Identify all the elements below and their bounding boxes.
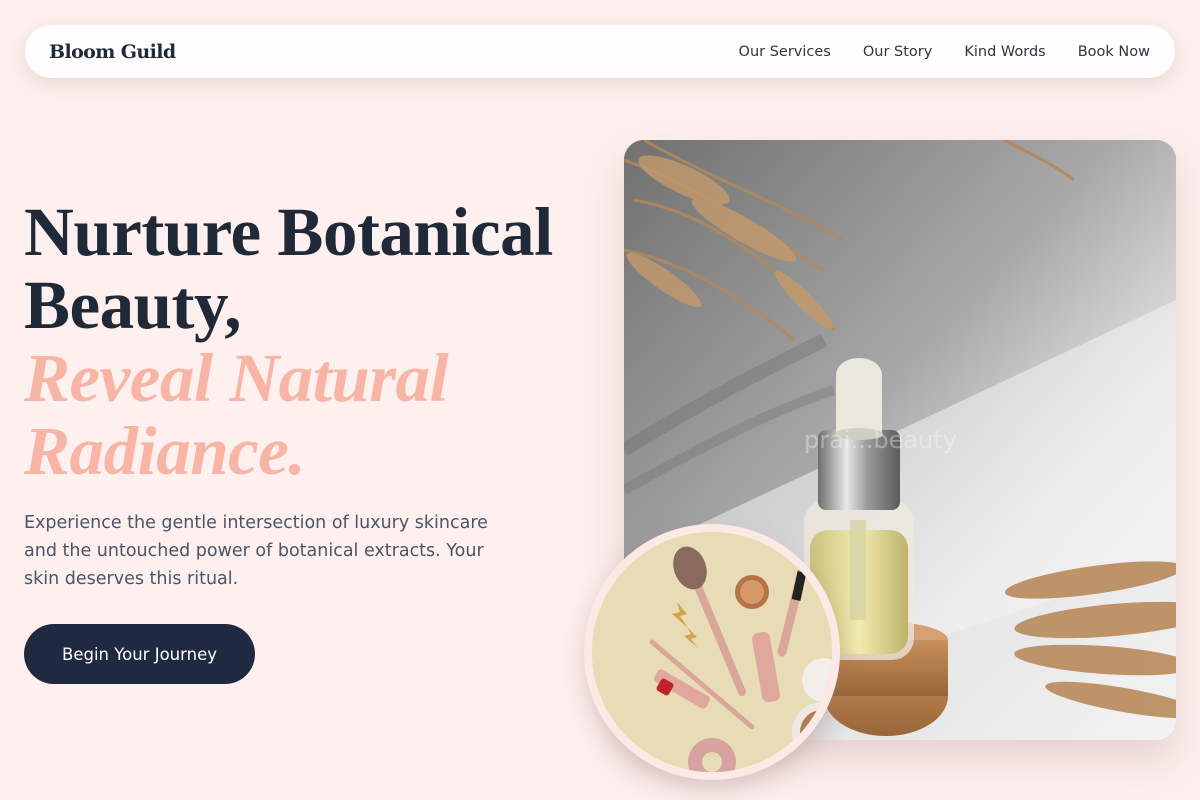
begin-journey-button[interactable]: Begin Your Journey — [24, 624, 255, 684]
headline-line-2: Beauty, — [24, 267, 241, 343]
cosmetics-thumbnail-image — [592, 532, 832, 772]
image-watermark: prai...beauty — [804, 426, 957, 454]
nav-link-kind-words[interactable]: Kind Words — [964, 44, 1045, 60]
nav-links: Our Services Our Story Kind Words Book N… — [739, 44, 1150, 60]
nav-link-book-now[interactable]: Book Now — [1078, 44, 1150, 60]
headline-accent-line-2: Radiance. — [24, 413, 306, 489]
nav-link-our-story[interactable]: Our Story — [863, 44, 932, 60]
headline-line-1: Nurture Botanical — [24, 194, 553, 270]
hero-subtext: Experience the gentle intersection of lu… — [24, 513, 488, 589]
hero-headline: Nurture Botanical Beauty, Reveal Natural… — [24, 196, 553, 488]
navbar: Bloom Guild Our Services Our Story Kind … — [25, 25, 1175, 78]
cosmetics-thumbnail — [584, 524, 840, 780]
makeup-flatlay-illustration — [592, 532, 832, 772]
nav-link-our-services[interactable]: Our Services — [739, 44, 831, 60]
headline-accent-line-1: Reveal Natural — [24, 340, 449, 416]
brand-logo[interactable]: Bloom Guild — [49, 41, 176, 63]
